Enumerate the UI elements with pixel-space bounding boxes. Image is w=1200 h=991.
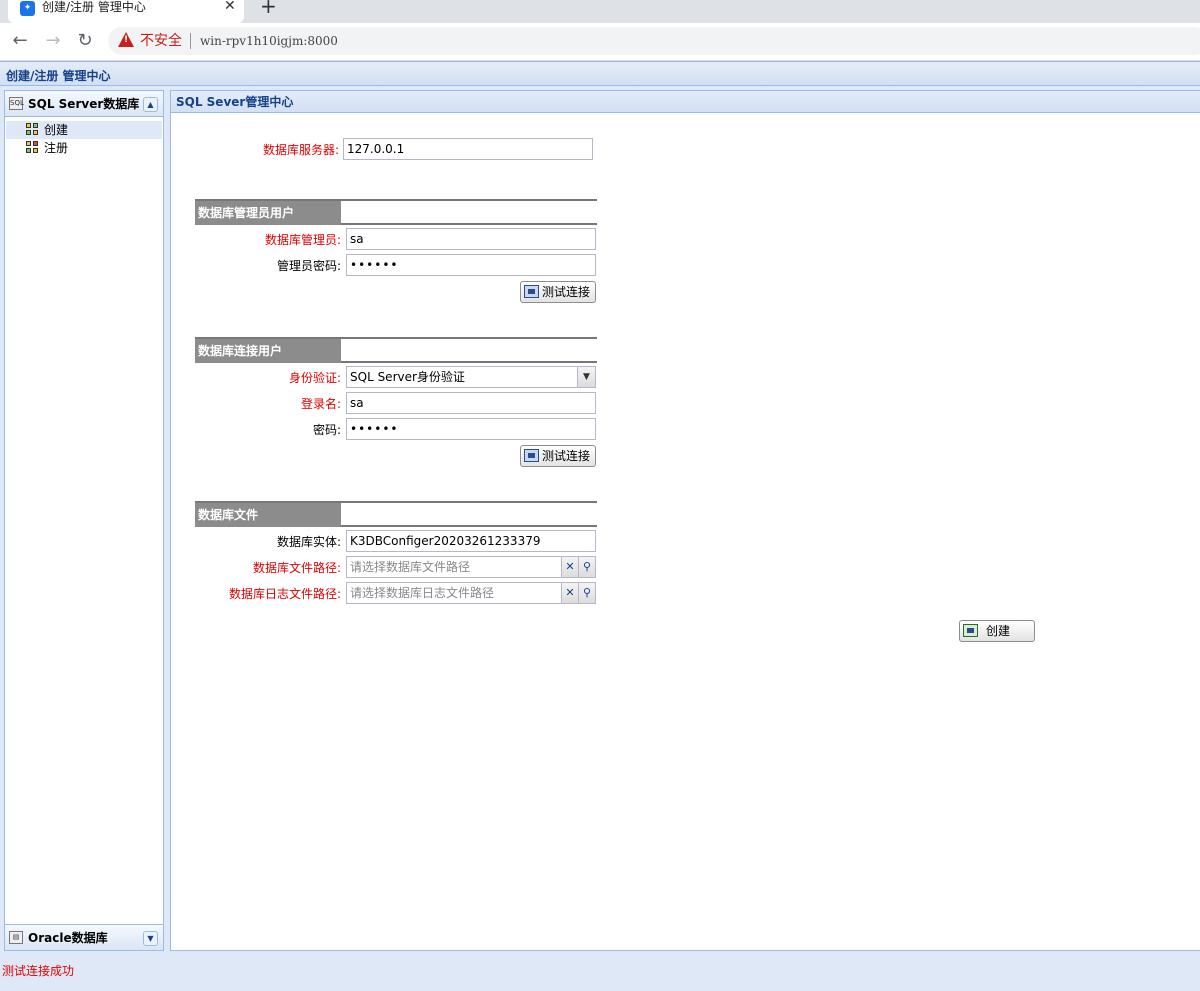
conn-test-connection-button[interactable]: 测试连接 [520, 445, 596, 467]
sidebar: SQL SQL Server数据库 ▲ 创建 注册 ▤ Oracle数据库 ▼ [4, 90, 164, 951]
expand-icon[interactable]: ▼ [143, 931, 158, 946]
browser-toolbar: ← → ↻ 不安全 win-rpv1h10igjm:8000 [0, 23, 1200, 61]
sqlserver-accordion-header[interactable]: SQL SQL Server数据库 ▲ [5, 91, 163, 117]
app-title: 创建/注册 管理中心 [6, 69, 111, 83]
auth-select-value: SQL Server身份验证 [350, 370, 465, 384]
sidebar-item-create[interactable]: 创建 [6, 121, 162, 139]
login-input[interactable]: sa [346, 392, 596, 414]
server-input[interactable]: 127.0.0.1 [343, 138, 593, 160]
search-icon[interactable]: ⚲ [578, 557, 595, 577]
admin-password-input[interactable]: •••••• [346, 254, 596, 276]
filepath-placeholder: 请选择数据库文件路径 [350, 560, 471, 574]
auth-label: 身份验证: [288, 371, 341, 385]
admin-section-title: 数据库管理员用户 [198, 206, 295, 220]
connect-icon [524, 285, 539, 298]
insecure-label[interactable]: 不安全 [140, 33, 182, 49]
main-panel-title: SQL Sever管理中心 [176, 95, 294, 109]
main-panel: SQL Sever管理中心 数据库服务器: 127.0.0.1 数据库管理员用户… [170, 90, 1200, 951]
app-body: SQL SQL Server数据库 ▲ 创建 注册 ▤ Oracle数据库 ▼ … [0, 86, 1200, 955]
filepath-label: 数据库文件路径: [252, 561, 341, 575]
url-separator [190, 33, 191, 49]
close-tab-icon[interactable]: ✕ [224, 0, 236, 13]
status-bar: 测试连接成功 [0, 955, 1200, 991]
filepath-input[interactable]: 请选择数据库文件路径 ✕ ⚲ [346, 556, 596, 578]
create-button[interactable]: 创建 [959, 620, 1035, 642]
back-arrow-icon[interactable]: ← [9, 30, 31, 52]
auth-select[interactable]: SQL Server身份验证 ▼ [346, 366, 596, 388]
logpath-placeholder: 请选择数据库日志文件路径 [350, 586, 495, 600]
register-db-icon [26, 141, 40, 155]
logpath-input[interactable]: 请选择数据库日志文件路径 ✕ ⚲ [346, 582, 596, 604]
admin-password-label: 管理员密码: [276, 259, 341, 273]
conn-section-title: 数据库连接用户 [198, 344, 283, 358]
url-text[interactable]: win-rpv1h10igjm:8000 [200, 34, 338, 48]
admin-label: 数据库管理员: [264, 233, 341, 247]
conn-section-header: 数据库连接用户 [195, 337, 597, 363]
new-tab-icon[interactable]: + [260, 0, 277, 16]
site-favicon-icon: ✦ [20, 1, 35, 16]
oracle-accordion-title: Oracle数据库 [28, 931, 108, 945]
clear-icon[interactable]: ✕ [561, 557, 578, 577]
admin-section-header: 数据库管理员用户 [195, 199, 597, 225]
admin-input[interactable]: sa [346, 228, 596, 250]
file-section-title: 数据库文件 [198, 508, 259, 522]
reload-icon[interactable]: ↻ [74, 30, 96, 52]
server-label: 数据库服务器: [262, 143, 339, 157]
sidebar-item-register[interactable]: 注册 [6, 139, 162, 157]
warning-icon [118, 32, 134, 47]
oracle-db-icon: ▤ [9, 931, 23, 944]
search-icon[interactable]: ⚲ [578, 583, 595, 603]
tab-title: 创建/注册 管理中心 [42, 0, 146, 14]
conn-password-label: 密码: [312, 423, 341, 437]
conn-password-input[interactable]: •••••• [346, 418, 596, 440]
main-panel-header: SQL Sever管理中心 [171, 91, 1200, 113]
sidebar-item-label: 创建 [44, 123, 69, 137]
save-icon [963, 624, 978, 637]
sidebar-item-label: 注册 [44, 141, 69, 155]
login-label: 登录名: [300, 397, 341, 411]
status-message: 测试连接成功 [2, 964, 75, 978]
entity-label: 数据库实体: [276, 535, 341, 549]
browser-tab[interactable]: ✦ 创建/注册 管理中心 ✕ [8, 0, 244, 23]
browser-tabstrip: ✦ 创建/注册 管理中心 ✕ + [0, 0, 1200, 23]
collapse-icon[interactable]: ▲ [143, 97, 158, 112]
database-icon: SQL [9, 97, 24, 110]
file-section-header: 数据库文件 [195, 501, 597, 527]
sqlserver-accordion-title: SQL Server数据库 [28, 97, 140, 111]
forward-arrow-icon[interactable]: → [42, 30, 64, 52]
clear-icon[interactable]: ✕ [561, 583, 578, 603]
logpath-label: 数据库日志文件路径: [228, 587, 341, 601]
entity-input[interactable]: K3DBConfiger20203261233379 [346, 530, 596, 552]
chevron-down-icon[interactable]: ▼ [577, 367, 595, 387]
address-bar[interactable]: 不安全 win-rpv1h10igjm:8000 [108, 27, 1200, 55]
oracle-accordion-header[interactable]: ▤ Oracle数据库 ▼ [5, 924, 163, 950]
app-header: 创建/注册 管理中心 [0, 61, 1200, 86]
admin-test-connection-button[interactable]: 测试连接 [520, 281, 596, 303]
connect-icon [524, 449, 539, 462]
create-db-icon [26, 123, 40, 137]
